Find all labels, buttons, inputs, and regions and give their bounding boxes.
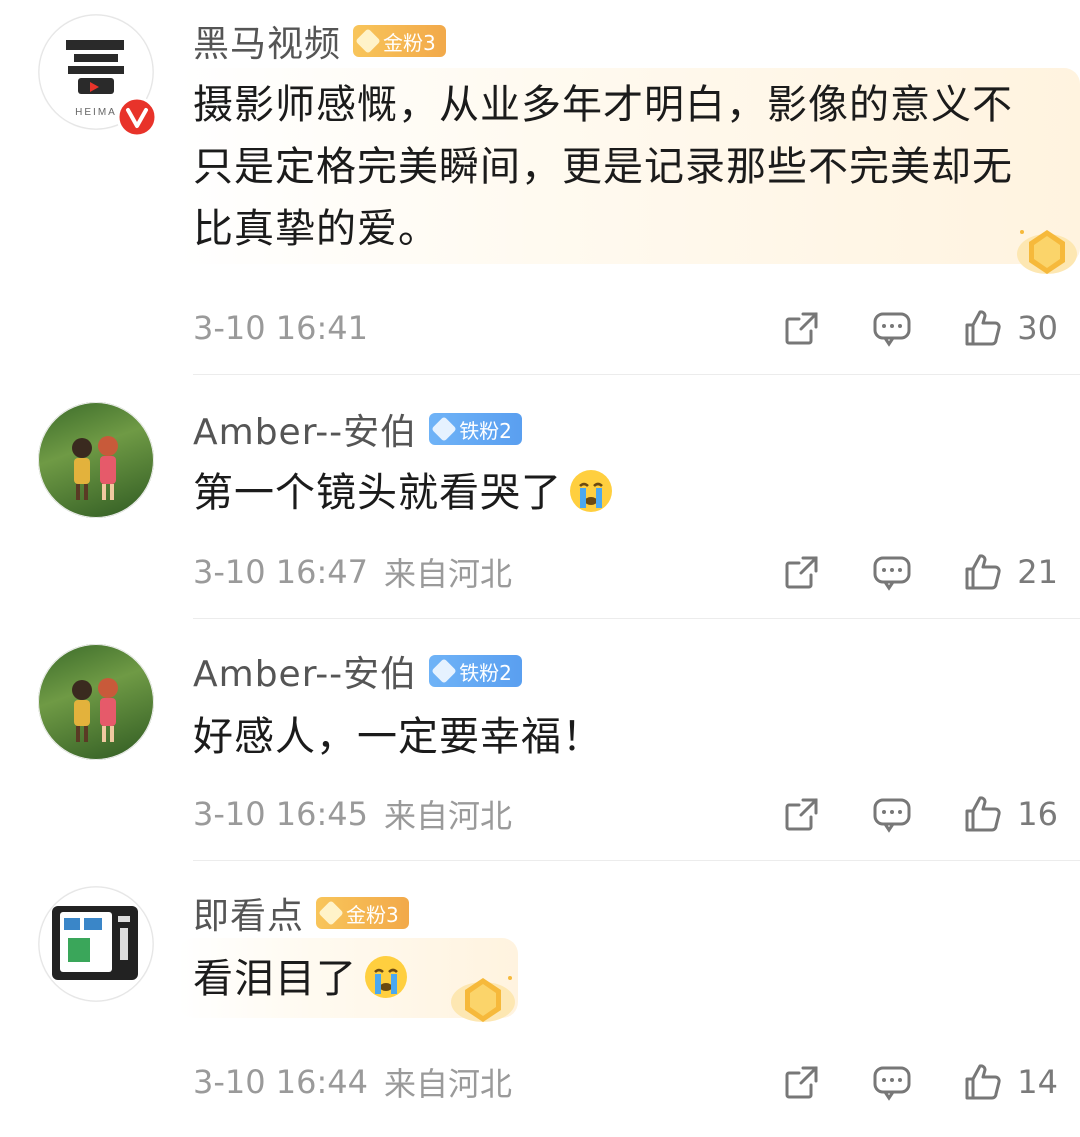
badge-label: 铁粉2: [459, 660, 512, 685]
like-count: 21: [1017, 553, 1058, 591]
comment-location: 来自河北: [384, 1065, 513, 1103]
share-icon: [785, 556, 818, 589]
badge-gem-icon: [431, 658, 457, 684]
fan-badge[interactable]: 金粉3: [353, 25, 446, 57]
avatar-figures-icon: [72, 678, 118, 742]
divider: [193, 618, 1080, 619]
thumbs-up-icon: [965, 554, 1001, 590]
username[interactable]: 即看点: [193, 887, 304, 939]
divider: [193, 374, 1080, 375]
like-count: 30: [1017, 309, 1058, 347]
crying-face-icon: [365, 956, 407, 998]
comment-time: 3-10 16:41: [193, 309, 369, 347]
thumbs-up-icon: [965, 310, 1001, 346]
avatar[interactable]: [38, 886, 154, 1002]
like-count: 16: [1017, 795, 1058, 833]
fan-badge[interactable]: 金粉3: [316, 897, 409, 929]
comment-location: 来自河北: [384, 555, 513, 593]
badge-label: 铁粉2: [459, 418, 512, 443]
comment-icon: [873, 312, 911, 347]
comment-text[interactable]: 看泪目了: [193, 948, 1050, 1010]
badge-gem-icon: [318, 900, 344, 926]
reply-button[interactable]: [871, 793, 913, 835]
like-button[interactable]: 21: [961, 551, 1058, 593]
reply-button[interactable]: [871, 307, 913, 349]
share-icon: [785, 1066, 818, 1099]
like-button[interactable]: 16: [961, 793, 1058, 835]
comment-time: 3-10 16:47: [193, 553, 369, 591]
badge-label: 金粉3: [346, 902, 399, 927]
share-button[interactable]: [781, 307, 823, 349]
comment-icon: [873, 556, 911, 591]
share-button[interactable]: [781, 793, 823, 835]
verified-icon: [116, 96, 158, 138]
crying-face-icon: [570, 470, 612, 512]
gold-medal-icon: [1017, 230, 1077, 274]
thumbs-up-icon: [965, 796, 1001, 832]
badge-gem-icon: [431, 416, 457, 442]
comment-text-content: 看泪目了: [193, 956, 357, 1002]
username[interactable]: Amber--安伯: [193, 645, 417, 697]
avatar[interactable]: [38, 644, 154, 760]
username[interactable]: Amber--安伯: [193, 403, 417, 455]
thumbs-up-icon: [965, 1064, 1001, 1100]
comment-time: 3-10 16:44: [193, 1063, 369, 1101]
comment-icon: [873, 1066, 911, 1101]
avatar[interactable]: [38, 402, 154, 518]
comment-text[interactable]: 第一个镜头就看哭了: [193, 462, 1050, 524]
share-icon: [785, 798, 818, 831]
comment-location: 来自河北: [384, 797, 513, 835]
like-button[interactable]: 14: [961, 1061, 1058, 1103]
share-icon: [785, 312, 818, 345]
fan-badge[interactable]: 铁粉2: [429, 655, 522, 687]
comment-text-content: 第一个镜头就看哭了: [193, 470, 562, 516]
avatar-tv-icon: [38, 886, 154, 1002]
reply-button[interactable]: [871, 1061, 913, 1103]
badge-gem-icon: [355, 28, 381, 54]
username[interactable]: 黑马视频: [193, 15, 341, 67]
comment-text[interactable]: 摄影师感慨，从业多年才明白，影像的意义不只是定格完美瞬间，更是记录那些不完美却无…: [193, 74, 1053, 260]
reply-button[interactable]: [871, 551, 913, 593]
like-count: 14: [1017, 1063, 1058, 1101]
comment-text[interactable]: 好感人，一定要幸福！: [193, 706, 1050, 768]
comment-time: 3-10 16:45: [193, 795, 369, 833]
badge-label: 金粉3: [383, 30, 436, 55]
like-button[interactable]: 30: [961, 307, 1058, 349]
share-button[interactable]: [781, 1061, 823, 1103]
avatar-logo-text: HEIMA: [75, 107, 117, 118]
comment-icon: [873, 798, 911, 833]
gold-medal-icon: [451, 976, 515, 1022]
fan-badge[interactable]: 铁粉2: [429, 413, 522, 445]
share-button[interactable]: [781, 551, 823, 593]
avatar-figures-icon: [72, 436, 118, 500]
divider: [193, 860, 1080, 861]
